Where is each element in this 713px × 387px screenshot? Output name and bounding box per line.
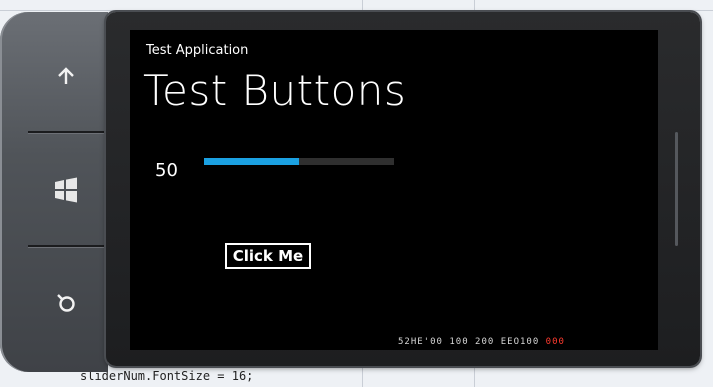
frame-counter-segment: 52HE'00 <box>398 337 443 347</box>
windows-logo-icon <box>55 177 77 203</box>
slider-value-label: 50 <box>155 160 178 181</box>
slider-fill <box>204 158 299 165</box>
click-me-button[interactable]: Click Me <box>225 243 311 269</box>
search-icon <box>57 294 75 312</box>
start-button[interactable] <box>46 170 86 210</box>
application-title: Test Application <box>146 43 249 58</box>
frame-counter-alert-segment: 000 <box>545 337 565 347</box>
phone-hardware-bar <box>0 12 108 372</box>
frame-side-bar <box>675 132 678 246</box>
frame-rate-counter: 52HE'00 100 200 EEO100 000 <box>398 337 565 347</box>
frame-counter-segment: 100 <box>449 337 469 347</box>
back-button[interactable] <box>46 56 86 96</box>
arrow-up-icon <box>58 67 74 84</box>
ide-gridline <box>0 10 713 11</box>
hardware-separator <box>28 131 108 133</box>
hardware-separator <box>28 245 108 247</box>
frame-counter-segment: EEO100 <box>500 337 540 347</box>
search-button[interactable] <box>46 282 86 322</box>
progress-slider[interactable] <box>204 158 394 165</box>
frame-counter-segment: 200 <box>475 337 495 347</box>
phone-screen: Test Application Test Buttons 50 Click M… <box>130 30 658 350</box>
page-title: Test Buttons <box>143 66 407 115</box>
